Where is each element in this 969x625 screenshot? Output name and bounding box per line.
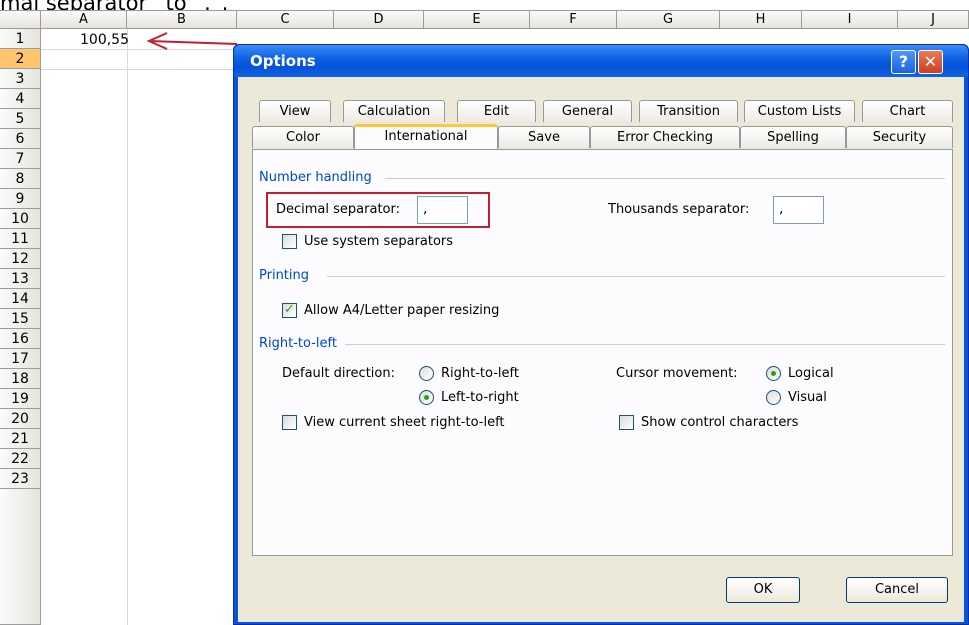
- dialog-title-bar[interactable]: Options ? ✕: [234, 45, 968, 77]
- radio-right-to-left[interactable]: [419, 366, 434, 381]
- group-divider: [385, 178, 945, 179]
- dialog-title: Options: [250, 52, 316, 70]
- international-tab-panel: Number handling Decimal separator: , Tho…: [252, 149, 953, 556]
- help-button[interactable]: ?: [891, 50, 916, 74]
- allow-paper-resizing-label: Allow A4/Letter paper resizing: [304, 303, 500, 318]
- tab-color[interactable]: Color: [252, 126, 354, 148]
- row-header-9[interactable]: 9: [0, 189, 41, 209]
- grid-line: [41, 69, 237, 70]
- decimal-separator-label: Decimal separator:: [276, 202, 400, 217]
- row-header-5[interactable]: 5: [0, 109, 41, 129]
- tab-general[interactable]: General: [543, 100, 632, 122]
- use-system-separators-checkbox[interactable]: [282, 234, 297, 249]
- tab-spelling[interactable]: Spelling: [740, 126, 846, 148]
- view-sheet-rtl-checkbox[interactable]: [282, 415, 297, 430]
- row-header-3[interactable]: 3: [0, 69, 41, 89]
- tab-custom-lists[interactable]: Custom Lists: [744, 100, 855, 122]
- tab-transition[interactable]: Transition: [639, 100, 738, 122]
- radio-right-to-left-label: Right-to-left: [441, 366, 519, 381]
- column-header-i[interactable]: I: [802, 11, 898, 29]
- thousands-separator-label: Thousands separator:: [608, 202, 750, 217]
- tab-save[interactable]: Save: [498, 126, 590, 148]
- grid-line: [127, 29, 128, 625]
- row-header-22[interactable]: 22: [0, 449, 41, 469]
- row-header-17[interactable]: 17: [0, 349, 41, 369]
- tab-international[interactable]: International: [354, 124, 498, 149]
- row-header-20[interactable]: 20: [0, 409, 41, 429]
- group-divider: [327, 276, 945, 277]
- row-header-11[interactable]: 11: [0, 229, 41, 249]
- dialog-client-area: View Calculation Edit General Transition…: [238, 77, 964, 622]
- red-arrow-icon: [146, 32, 238, 50]
- tab-error-checking[interactable]: Error Checking: [590, 126, 740, 148]
- row-header-overflow: [0, 489, 41, 625]
- column-header-row: A B C D E F G H I J: [0, 10, 969, 29]
- column-header-a[interactable]: A: [41, 11, 127, 29]
- ok-button[interactable]: OK: [726, 577, 800, 603]
- cursor-movement-label: Cursor movement:: [616, 366, 738, 381]
- radio-logical-label: Logical: [788, 366, 834, 381]
- radio-selected-dot: [771, 371, 776, 376]
- radio-left-to-right[interactable]: [419, 390, 434, 405]
- decimal-separator-input[interactable]: ,: [417, 196, 468, 224]
- column-header-h[interactable]: H: [720, 11, 802, 29]
- radio-visual-label: Visual: [788, 390, 827, 405]
- group-divider: [345, 344, 945, 345]
- row-header-16[interactable]: 16: [0, 329, 41, 349]
- select-all-corner[interactable]: [0, 11, 41, 29]
- show-control-characters-label: Show control characters: [641, 415, 799, 430]
- column-header-d[interactable]: D: [334, 11, 424, 29]
- row-header-15[interactable]: 15: [0, 309, 41, 329]
- row-header-8[interactable]: 8: [0, 169, 41, 189]
- number-handling-heading: Number handling: [259, 170, 372, 185]
- column-header-g[interactable]: G: [617, 11, 720, 29]
- row-header-21[interactable]: 21: [0, 429, 41, 449]
- row-header-12[interactable]: 12: [0, 249, 41, 269]
- row-header-7[interactable]: 7: [0, 149, 41, 169]
- row-header-10[interactable]: 10: [0, 209, 41, 229]
- radio-left-to-right-label: Left-to-right: [441, 390, 519, 405]
- printing-heading: Printing: [259, 268, 310, 283]
- default-direction-label: Default direction:: [282, 366, 395, 381]
- tab-calculation[interactable]: Calculation: [343, 100, 445, 122]
- allow-paper-resizing-checkbox[interactable]: ✓: [282, 302, 297, 318]
- row-header-2[interactable]: 2: [0, 49, 41, 69]
- use-system-separators-label: Use system separators: [304, 234, 454, 249]
- row-header-13[interactable]: 13: [0, 269, 41, 289]
- tab-security[interactable]: Security: [846, 126, 953, 148]
- view-sheet-rtl-label: View current sheet right-to-left: [304, 415, 505, 430]
- tab-view[interactable]: View: [259, 100, 331, 122]
- checkmark-icon: ✓: [284, 302, 295, 317]
- row-header-4[interactable]: 4: [0, 89, 41, 109]
- row-header-1[interactable]: 1: [0, 29, 41, 49]
- radio-selected-dot: [424, 395, 429, 400]
- column-header-e[interactable]: E: [424, 11, 530, 29]
- close-button[interactable]: ✕: [918, 50, 943, 74]
- column-header-c[interactable]: C: [237, 11, 334, 29]
- tab-chart[interactable]: Chart: [862, 100, 953, 122]
- show-control-characters-checkbox[interactable]: [619, 415, 634, 430]
- row-header-14[interactable]: 14: [0, 289, 41, 309]
- cancel-button[interactable]: Cancel: [846, 577, 948, 603]
- column-header-b[interactable]: B: [127, 11, 237, 29]
- radio-logical[interactable]: [766, 366, 781, 381]
- right-to-left-heading: Right-to-left: [259, 336, 337, 351]
- column-header-j[interactable]: J: [898, 11, 969, 29]
- tab-edit[interactable]: Edit: [457, 100, 536, 122]
- cell-a1-value[interactable]: 100,55: [80, 30, 129, 50]
- row-header-6[interactable]: 6: [0, 129, 41, 149]
- options-dialog: Options ? ✕ View Calculation Edit Genera…: [233, 44, 969, 625]
- radio-visual[interactable]: [766, 390, 781, 405]
- thousands-separator-input[interactable]: ,: [773, 196, 824, 224]
- row-header-18[interactable]: 18: [0, 369, 41, 389]
- row-header-19[interactable]: 19: [0, 389, 41, 409]
- row-header-23[interactable]: 23: [0, 469, 41, 489]
- column-header-f[interactable]: F: [530, 11, 617, 29]
